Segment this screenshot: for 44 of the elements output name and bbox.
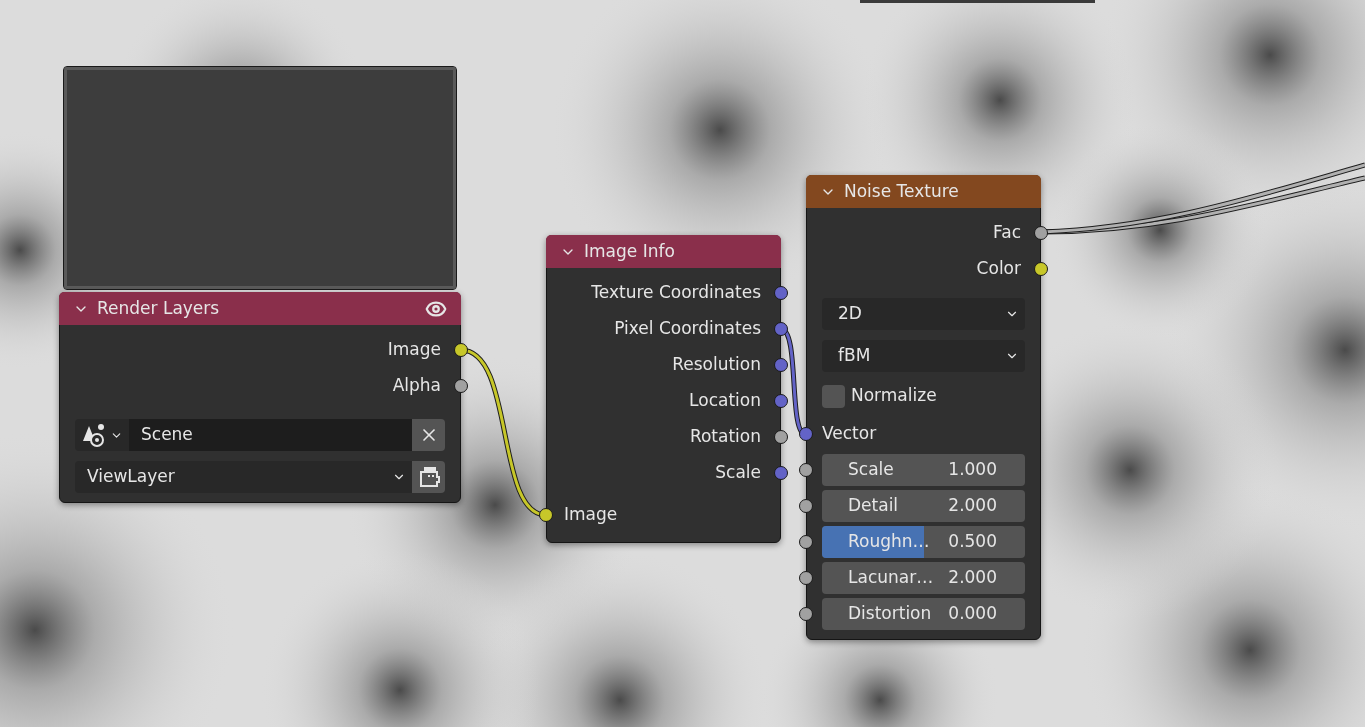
field-label: Lacunar… [848, 566, 934, 590]
output-label: Image [387, 338, 441, 362]
dropdown-value: 2D [838, 302, 862, 326]
field-value: 0.000 [948, 602, 997, 626]
checkbox-label: Normalize [851, 384, 937, 408]
view-layer-button[interactable] [412, 461, 445, 493]
dropdown-value: fBM [838, 344, 871, 368]
input-label: Vector [822, 422, 877, 446]
document-stack-icon [417, 465, 440, 489]
field-value: 2.000 [948, 494, 997, 518]
field-label: Distortion [848, 602, 932, 626]
view-layer-value: ViewLayer [87, 465, 175, 489]
input-label: Image [564, 503, 618, 527]
node-title: Noise Texture [844, 179, 959, 203]
node-title: Render Layers [97, 296, 221, 320]
output-label: Rotation [689, 425, 761, 449]
number-field[interactable]: Scale 1.000 [822, 454, 1025, 486]
output-label: Resolution [672, 353, 761, 377]
output-label: Alpha [392, 374, 441, 398]
output-label: Pixel Coordinates [614, 317, 761, 341]
mode-dropdown[interactable]: fBM [822, 340, 1025, 372]
number-field[interactable]: Distortion 0.000 [822, 598, 1025, 630]
mode-dropdown[interactable]: 2D [822, 298, 1025, 330]
node-header[interactable]: Image Info [546, 235, 781, 268]
view-layer-dropdown[interactable]: ViewLayer [75, 461, 412, 493]
output-label: Texture Coordinates [591, 281, 761, 305]
clear-button[interactable] [412, 419, 445, 451]
number-field[interactable]: Lacunar… 2.000 [822, 562, 1025, 594]
number-field[interactable]: Detail 2.000 [822, 490, 1025, 522]
scene-field[interactable]: Scene [129, 419, 412, 451]
output-label: Location [689, 389, 761, 413]
field-value: 2.000 [948, 566, 997, 590]
output-label: Scale [715, 461, 761, 485]
field-label: Scale [848, 458, 894, 482]
field-value: 0.500 [948, 530, 997, 554]
field-label: Detail [848, 494, 899, 518]
node-header[interactable]: Render Layers [59, 292, 461, 325]
node-header[interactable]: Noise Texture [806, 175, 1041, 208]
scene-picker[interactable] [75, 419, 129, 451]
field-value: 1.000 [948, 458, 997, 482]
checkbox[interactable] [822, 384, 845, 408]
output-label: Fac [993, 221, 1021, 245]
node-title: Image Info [584, 239, 675, 263]
output-label: Color [976, 257, 1021, 281]
